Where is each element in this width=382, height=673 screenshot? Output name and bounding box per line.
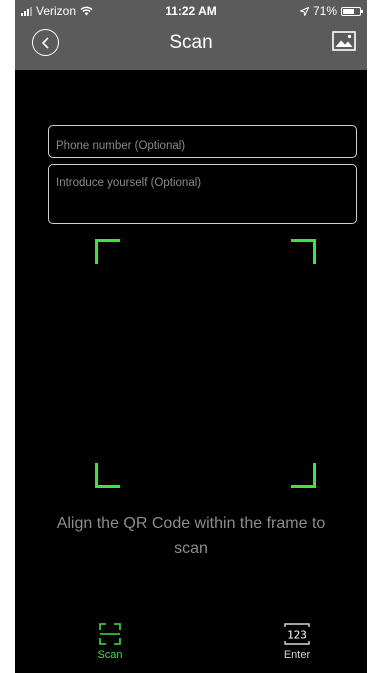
- scan-frame-corner-top-right: [291, 239, 316, 264]
- tab-enter-label: Enter: [283, 649, 311, 661]
- nav-bar: Scan: [15, 20, 367, 70]
- tab-scan-label: Scan: [97, 649, 123, 661]
- header: Verizon 11:22 AM 71% Scan: [15, 0, 367, 70]
- introduce-yourself-field[interactable]: Introduce yourself (Optional): [48, 164, 357, 224]
- scan-frame-corner-bottom-left: [95, 463, 120, 488]
- phone-number-placeholder: Phone number (Optional): [56, 140, 186, 152]
- tab-scan[interactable]: Scan: [70, 622, 150, 661]
- status-right: 71%: [299, 4, 363, 18]
- battery-icon: [341, 6, 363, 16]
- tab-enter[interactable]: 123 Enter: [257, 622, 337, 661]
- page-title: Scan: [169, 32, 213, 53]
- keypad-icon: 123: [284, 623, 310, 645]
- location-arrow-icon: [299, 6, 309, 16]
- keypad-icon-text: 123: [287, 629, 307, 642]
- gallery-button[interactable]: [332, 31, 356, 51]
- scan-frame-icon: [99, 623, 121, 645]
- phone-number-field[interactable]: Phone number (Optional): [48, 125, 357, 158]
- battery-percent: 71%: [312, 4, 337, 18]
- introduce-yourself-placeholder: Introduce yourself (Optional): [56, 177, 202, 189]
- image-icon: [332, 31, 356, 51]
- scan-frame-corner-top-left: [95, 239, 120, 264]
- scan-hint: Align the QR Code within the frame to sc…: [56, 515, 326, 557]
- status-bar: Verizon 11:22 AM 71%: [15, 0, 367, 20]
- phone-screen: Verizon 11:22 AM 71% Scan Phone number (…: [15, 0, 367, 673]
- scan-frame-corner-bottom-right: [291, 463, 316, 488]
